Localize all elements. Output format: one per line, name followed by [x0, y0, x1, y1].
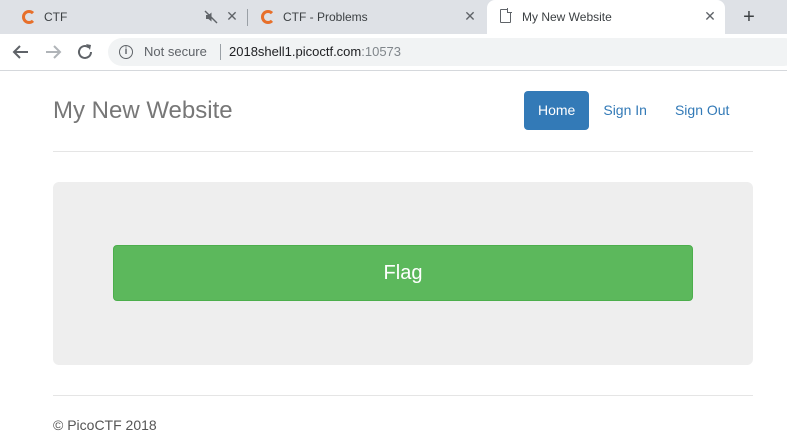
url-port: :10573	[361, 44, 402, 59]
close-tab-icon[interactable]: ✕	[463, 9, 477, 23]
site-info-icon[interactable]: i	[119, 45, 133, 59]
back-arrow-icon[interactable]	[10, 41, 32, 63]
reload-icon[interactable]	[74, 41, 96, 63]
muted-speaker-icon[interactable]	[204, 10, 218, 24]
nav-sign-out[interactable]: Sign Out	[661, 91, 743, 130]
tab-strip: CTF ✕ CTF - Problems ✕ My New Website ✕ …	[0, 0, 787, 34]
close-tab-icon[interactable]: ✕	[225, 9, 239, 23]
browser-toolbar: i Not secure 2018shell1.picoctf.com:1057…	[0, 34, 787, 71]
tab-title: CTF - Problems	[283, 10, 368, 24]
ctf-favicon-icon	[261, 10, 275, 24]
document-icon	[500, 8, 512, 23]
footer-divider	[53, 395, 753, 396]
security-label: Not secure	[144, 44, 207, 59]
tab-ctf[interactable]: CTF ✕	[0, 0, 247, 34]
page-content: My New Website Home Sign In Sign Out Fla…	[0, 72, 787, 439]
site-nav: Home Sign In Sign Out	[524, 91, 743, 130]
new-tab-button[interactable]: +	[738, 6, 760, 28]
omnibox-separator	[220, 44, 221, 60]
forward-arrow-icon[interactable]	[42, 41, 64, 63]
ctf-favicon-icon	[22, 10, 36, 24]
footer-copyright: © PicoCTF 2018	[53, 417, 157, 433]
nav-home[interactable]: Home	[524, 91, 590, 130]
jumbotron: Flag	[53, 182, 753, 365]
url-text: 2018shell1.picoctf.com:10573	[229, 44, 401, 59]
flag-button[interactable]: Flag	[113, 245, 693, 301]
tab-title: My New Website	[522, 10, 612, 24]
close-tab-icon[interactable]: ✕	[703, 9, 717, 23]
nav-sign-in[interactable]: Sign In	[589, 91, 661, 130]
tab-ctf-problems[interactable]: CTF - Problems ✕	[247, 0, 487, 34]
header-divider	[53, 151, 753, 152]
tab-my-new-website[interactable]: My New Website ✕	[487, 0, 725, 34]
url-host: 2018shell1.picoctf.com	[229, 44, 362, 59]
address-bar[interactable]: i Not secure 2018shell1.picoctf.com:1057…	[108, 38, 787, 66]
site-title: My New Website	[53, 97, 233, 124]
tab-title: CTF	[44, 10, 68, 24]
